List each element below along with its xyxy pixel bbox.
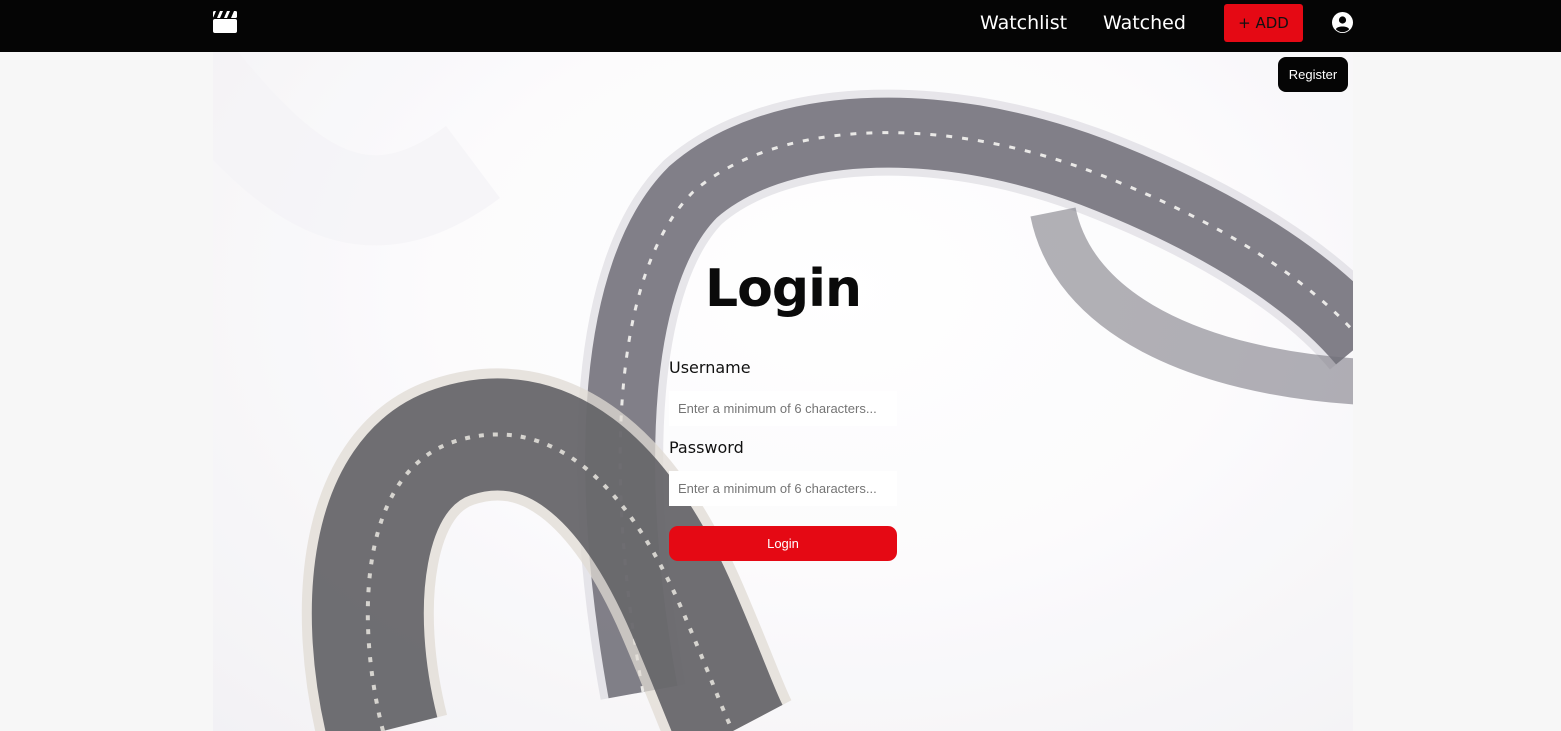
- username-label: Username: [669, 358, 751, 377]
- login-title: Login: [705, 259, 862, 319]
- add-button[interactable]: + ADD: [1224, 4, 1303, 42]
- top-navbar: Watchlist Watched + ADD: [0, 0, 1561, 52]
- login-submit-button[interactable]: Login: [669, 526, 897, 561]
- user-circle-icon[interactable]: [1332, 12, 1353, 33]
- nav-watched-link[interactable]: Watched: [1103, 10, 1186, 36]
- register-button[interactable]: Register: [1278, 57, 1348, 92]
- clapperboard-icon[interactable]: [213, 11, 237, 33]
- nav-watchlist-link[interactable]: Watchlist: [980, 10, 1067, 36]
- password-input[interactable]: [669, 471, 897, 506]
- username-input[interactable]: [669, 391, 897, 426]
- password-label: Password: [669, 438, 744, 457]
